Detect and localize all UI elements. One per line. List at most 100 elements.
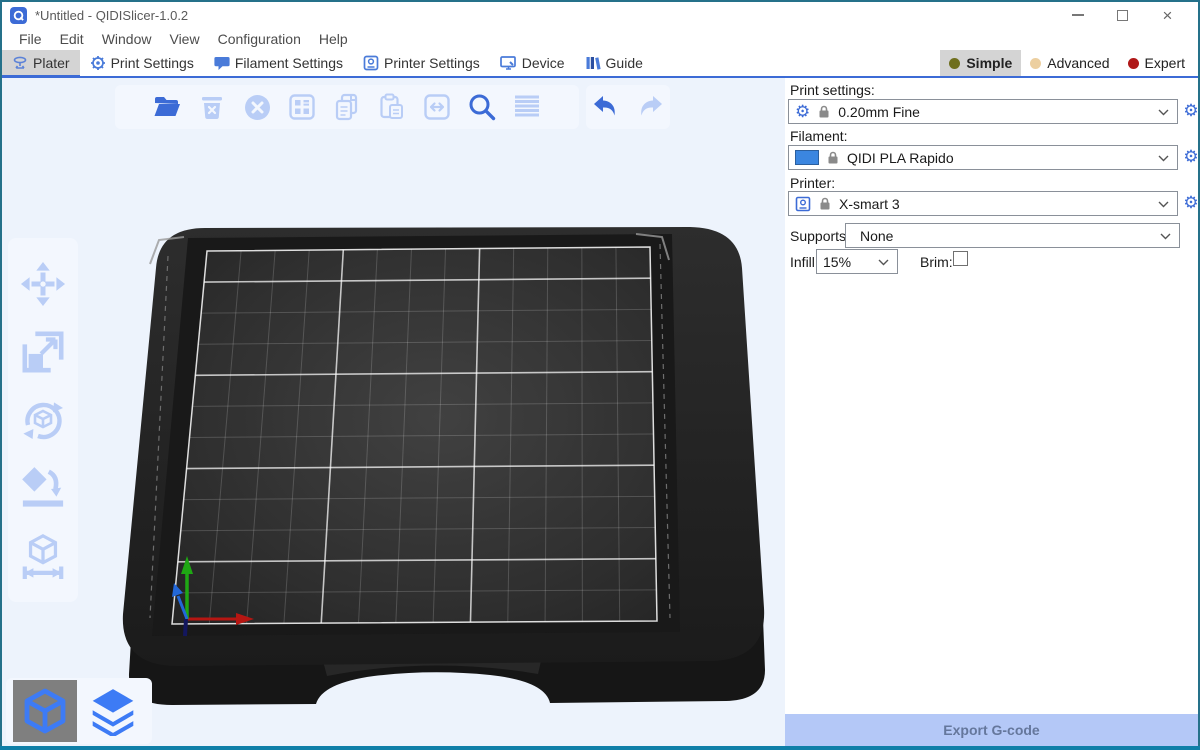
- infill-select[interactable]: 15%: [816, 249, 898, 274]
- move-button[interactable]: [17, 256, 69, 312]
- paste-clipboard-icon: [379, 93, 405, 121]
- minimize-icon: [1072, 14, 1084, 16]
- arrange-button[interactable]: [286, 91, 318, 123]
- filament-label: Filament:: [790, 128, 848, 144]
- measure-icon: [20, 533, 66, 579]
- tab-label: Guide: [606, 55, 643, 71]
- print-settings-label: Print settings:: [790, 82, 875, 98]
- qidislicer-window: *Untitled - QIDISlicer-1.0.2 × File Edit…: [0, 0, 1200, 750]
- window-border-left: [0, 0, 2, 750]
- 3d-viewport[interactable]: [2, 78, 785, 746]
- window-title: *Untitled - QIDISlicer-1.0.2: [35, 8, 188, 23]
- mode-simple[interactable]: Simple: [940, 50, 1021, 76]
- arrange-icon: [289, 94, 315, 120]
- undo-button[interactable]: [590, 91, 622, 123]
- print-settings-select[interactable]: ⚙ 0.20mm Fine: [788, 99, 1178, 124]
- mode-label: Simple: [966, 55, 1012, 71]
- preview-view-button[interactable]: [81, 680, 145, 742]
- 3d-editor-view-button[interactable]: [13, 680, 77, 742]
- rotate-button[interactable]: [17, 392, 69, 448]
- tab-label: Device: [522, 55, 565, 71]
- plater-icon: [12, 55, 28, 71]
- delete-trash-icon: [200, 94, 224, 120]
- copy-icon: [334, 93, 360, 121]
- maximize-icon: [1117, 10, 1128, 21]
- supports-select[interactable]: None: [845, 223, 1180, 248]
- print-bed-grid: [172, 247, 657, 624]
- rotate-icon: [19, 396, 67, 444]
- open-button[interactable]: [151, 91, 183, 123]
- infill-value: 15%: [823, 254, 851, 270]
- view-switcher: [6, 678, 152, 744]
- mode-switcher: Simple Advanced Expert: [940, 50, 1194, 76]
- printer-value: X-smart 3: [839, 196, 900, 212]
- infill-label: Infill:: [790, 254, 819, 270]
- place-on-face-button[interactable]: [17, 460, 69, 516]
- chevron-down-icon: [1158, 201, 1169, 208]
- app-logo-icon: [10, 7, 27, 24]
- tab-printer-settings[interactable]: Printer Settings: [353, 50, 490, 76]
- brim-checkbox[interactable]: [953, 251, 968, 266]
- redo-button[interactable]: [634, 91, 666, 123]
- tab-device[interactable]: Device: [490, 50, 575, 76]
- guide-books-icon: [585, 55, 601, 71]
- scale-button[interactable]: [17, 324, 69, 380]
- redo-arrow-icon: [636, 94, 664, 120]
- window-border-bottom: [0, 746, 1200, 750]
- print-settings-value: 0.20mm Fine: [838, 104, 920, 120]
- menu-item-view[interactable]: View: [160, 31, 208, 47]
- 3d-view-cube-icon: [21, 687, 69, 735]
- tab-print-settings[interactable]: Print Settings: [80, 50, 204, 76]
- chevron-down-icon: [1158, 109, 1169, 116]
- maximize-button[interactable]: [1100, 2, 1145, 28]
- search-button[interactable]: [466, 91, 498, 123]
- main-toolbar: [115, 85, 579, 129]
- place-on-face-icon: [20, 465, 66, 511]
- chevron-down-icon: [1160, 233, 1171, 240]
- menu-item-configuration[interactable]: Configuration: [209, 31, 310, 47]
- tab-guide[interactable]: Guide: [575, 50, 653, 76]
- printer-icon: [363, 55, 379, 71]
- menu-bar: File Edit Window View Configuration Help: [2, 28, 1198, 50]
- undo-arrow-icon: [592, 94, 620, 120]
- split-button[interactable]: [421, 91, 453, 123]
- lock-icon: [819, 197, 831, 210]
- filament-value: QIDI PLA Rapido: [847, 150, 954, 166]
- tab-label: Print Settings: [111, 55, 194, 71]
- tab-label: Printer Settings: [384, 55, 480, 71]
- menu-item-window[interactable]: Window: [93, 31, 161, 47]
- menu-item-help[interactable]: Help: [310, 31, 357, 47]
- split-panel-arrows-icon: [424, 94, 450, 120]
- layers-button[interactable]: [511, 91, 543, 123]
- mode-advanced[interactable]: Advanced: [1021, 50, 1118, 76]
- chevron-down-icon: [1158, 155, 1169, 162]
- tab-filament-settings[interactable]: Filament Settings: [204, 50, 353, 76]
- filament-select[interactable]: QIDI PLA Rapido: [788, 145, 1178, 170]
- delete-button[interactable]: [196, 91, 228, 123]
- mode-label: Expert: [1145, 55, 1185, 71]
- menu-item-file[interactable]: File: [10, 31, 51, 47]
- delete-all-button[interactable]: [241, 91, 273, 123]
- measure-button[interactable]: [17, 528, 69, 584]
- close-button[interactable]: ×: [1145, 2, 1190, 28]
- printer-select[interactable]: X-smart 3: [788, 191, 1178, 216]
- tab-plater[interactable]: Plater: [2, 50, 80, 76]
- export-gcode-button[interactable]: Export G-code: [785, 714, 1198, 746]
- build-plate-3d: [2, 78, 785, 746]
- lock-icon: [827, 151, 839, 164]
- object-manipulation-toolbar: [8, 238, 78, 602]
- minimize-button[interactable]: [1055, 2, 1100, 28]
- delete-all-circle-x-icon: [244, 94, 271, 121]
- paste-button[interactable]: [376, 91, 408, 123]
- close-icon: ×: [1163, 7, 1173, 24]
- menu-item-edit[interactable]: Edit: [51, 31, 93, 47]
- tab-label: Filament Settings: [235, 55, 343, 71]
- mode-expert[interactable]: Expert: [1119, 50, 1194, 76]
- simple-mode-dot-icon: [949, 58, 960, 69]
- move-icon: [20, 261, 66, 307]
- advanced-mode-dot-icon: [1030, 58, 1041, 69]
- title-bar: *Untitled - QIDISlicer-1.0.2 ×: [2, 2, 1198, 28]
- copy-button[interactable]: [331, 91, 363, 123]
- brim-label: Brim:: [920, 254, 953, 270]
- history-toolbar: [586, 85, 670, 129]
